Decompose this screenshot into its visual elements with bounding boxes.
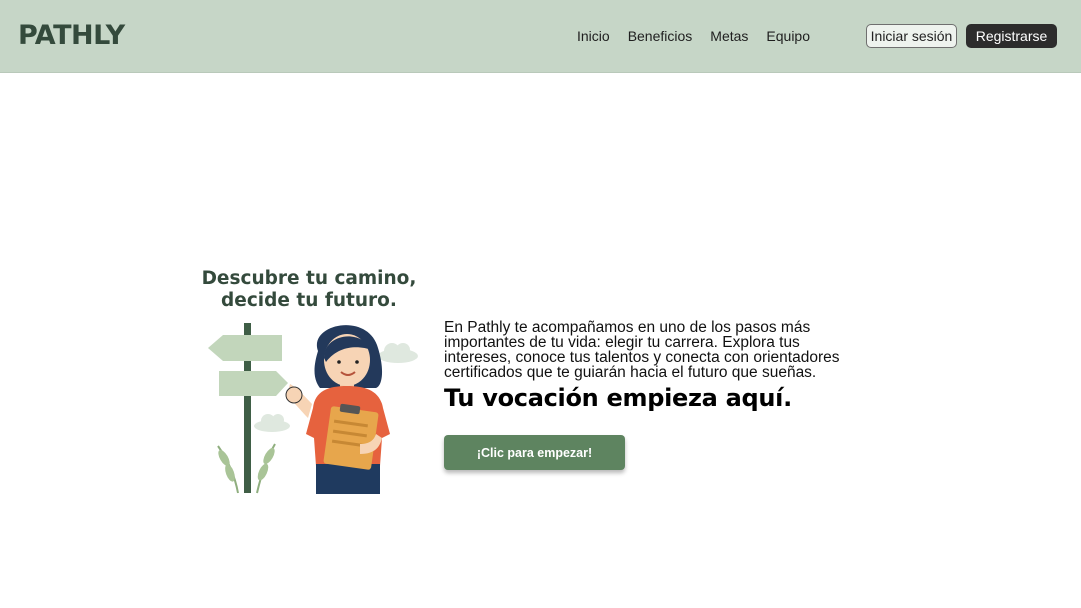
- hero-description-line: importantes de tu vida: elegir tu carrer…: [444, 334, 800, 351]
- signpost-icon: [208, 323, 288, 493]
- hero-description-line: intereses, conoce tus talentos y conecta…: [444, 349, 840, 366]
- login-button[interactable]: Iniciar sesión: [866, 24, 957, 48]
- hero-illustration: [208, 323, 418, 494]
- navbar: PATHLY Inicio Beneficios Metas Equipo In…: [0, 0, 1081, 73]
- hero-description-line: certificados que te guiarán hacia el fut…: [444, 364, 817, 381]
- hero-description: En Pathly te acompañamos en uno de los p…: [444, 319, 894, 381]
- hero-title-line: decide tu futuro.: [221, 290, 397, 311]
- nav-links: Inicio Beneficios Metas Equipo: [577, 28, 810, 44]
- girl-icon: [285, 325, 390, 494]
- start-button[interactable]: ¡Clic para empezar!: [444, 435, 625, 470]
- hero-description-line: En Pathly te acompañamos en uno de los p…: [444, 319, 811, 336]
- hero-title-line: Descubre tu camino,: [201, 268, 417, 289]
- logo[interactable]: PATHLY: [18, 20, 125, 51]
- nav-link-beneficios[interactable]: Beneficios: [628, 28, 693, 44]
- hero-title: Descubre tu camino, decide tu futuro.: [200, 268, 418, 312]
- register-button[interactable]: Registrarse: [966, 24, 1057, 48]
- nav-link-inicio[interactable]: Inicio: [577, 28, 610, 44]
- nav-link-equipo[interactable]: Equipo: [766, 28, 810, 44]
- hero-tagline: Tu vocación empieza aquí.: [444, 384, 792, 412]
- nav-link-metas[interactable]: Metas: [710, 28, 748, 44]
